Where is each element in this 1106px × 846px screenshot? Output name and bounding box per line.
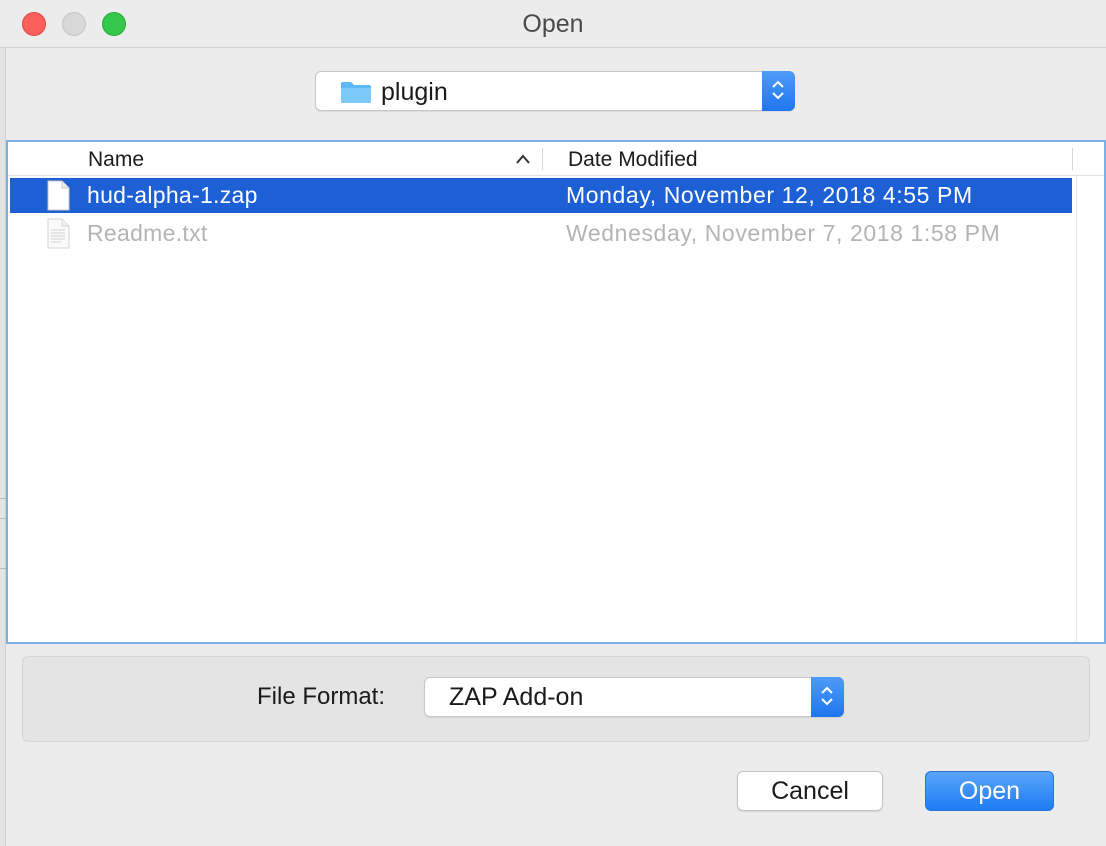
column-divider[interactable]: [1072, 148, 1073, 170]
up-down-chevron-icon: [772, 80, 784, 100]
cancel-button[interactable]: Cancel: [737, 771, 883, 811]
file-list-header: Name Date Modified: [8, 142, 1104, 176]
location-stepper[interactable]: [762, 71, 795, 111]
text-document-icon: [47, 218, 70, 249]
location-popup[interactable]: plugin: [315, 71, 795, 111]
file-format-value: ZAP Add-on: [449, 683, 584, 711]
document-icon: [47, 180, 70, 211]
file-row-hud-alpha[interactable]: hud-alpha-1.zap Monday, November 12, 201…: [10, 178, 1072, 213]
up-down-chevron-icon: [821, 686, 833, 706]
chevron-up-icon[interactable]: [516, 154, 530, 164]
file-format-panel: File Format: ZAP Add-on: [22, 656, 1090, 742]
file-row-readme: Readme.txt Wednesday, November 7, 2018 1…: [10, 216, 1072, 251]
file-format-label: File Format:: [257, 683, 386, 710]
location-folder-name: plugin: [381, 78, 448, 106]
folder-icon: [341, 82, 371, 103]
file-list[interactable]: Name Date Modified hud-alpha-1.zap Monda…: [6, 140, 1106, 644]
file-date-modified: Wednesday, November 7, 2018 1:58 PM: [566, 220, 1001, 246]
file-format-stepper[interactable]: [811, 677, 844, 717]
scrollbar-track[interactable]: [1076, 176, 1077, 642]
column-header-date-modified[interactable]: Date Modified: [568, 148, 698, 172]
column-divider[interactable]: [542, 148, 543, 170]
open-button[interactable]: Open: [925, 771, 1054, 811]
file-name: Readme.txt: [87, 220, 208, 246]
file-date-modified: Monday, November 12, 2018 4:55 PM: [566, 182, 973, 208]
column-header-name[interactable]: Name: [88, 148, 144, 172]
file-name: hud-alpha-1.zap: [87, 182, 258, 208]
window-title: Open: [522, 10, 584, 38]
file-format-select[interactable]: ZAP Add-on: [424, 677, 844, 717]
title-bar: Open: [0, 0, 1106, 48]
